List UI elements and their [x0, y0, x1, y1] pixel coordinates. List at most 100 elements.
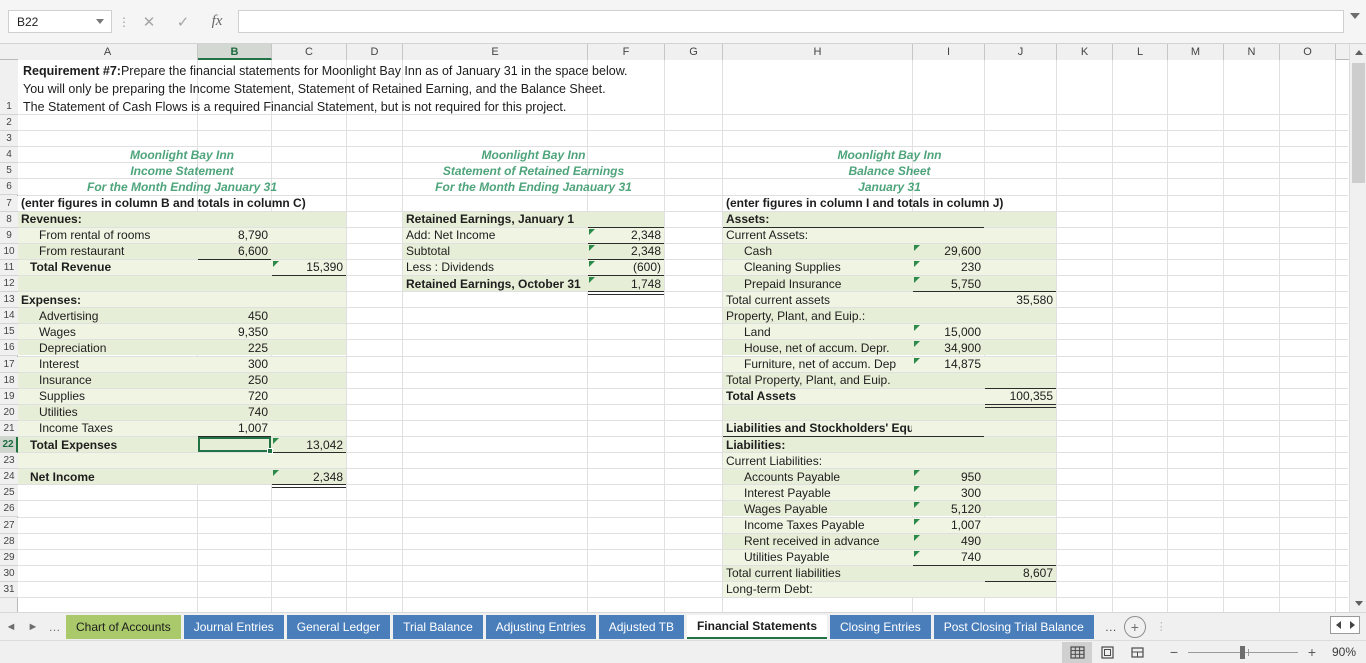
row-header-14[interactable]: 14 — [0, 308, 18, 325]
row-header-28[interactable]: 28 — [0, 533, 18, 550]
row-header-4[interactable]: 4 — [0, 147, 18, 164]
tab-overflow-right[interactable]: … — [1105, 620, 1118, 634]
re-row-value[interactable]: 2,348 — [588, 244, 664, 259]
bs-ppe-value[interactable]: 15,000 — [913, 324, 984, 339]
tab-split-grip[interactable]: ⋮ — [1156, 621, 1167, 632]
column-header-E[interactable]: E — [403, 44, 588, 60]
row-header-27[interactable]: 27 — [0, 517, 18, 534]
arrow-left-icon[interactable] — [1335, 621, 1341, 629]
zoom-slider[interactable] — [1188, 645, 1298, 659]
fx-icon[interactable]: fx — [200, 10, 234, 34]
row-header-29[interactable]: 29 — [0, 549, 18, 566]
bs-total-current-liabilities-value[interactable]: 8,607 — [985, 566, 1056, 581]
bs-current-liability-value[interactable]: 950 — [913, 469, 984, 484]
is-expense-value[interactable]: 250 — [198, 373, 271, 388]
grid-view-icon[interactable] — [1062, 641, 1092, 663]
bs-total-current-assets-value[interactable]: 35,580 — [985, 292, 1056, 307]
row-header-26[interactable]: 26 — [0, 501, 18, 518]
column-header-D[interactable]: D — [347, 44, 403, 60]
arrow-right-icon[interactable] — [1349, 621, 1355, 629]
row-header-2[interactable]: 2 — [0, 115, 18, 132]
is-total-revenue-value[interactable]: 15,390 — [272, 260, 346, 275]
bs-current-asset-value[interactable]: 5,750 — [913, 276, 984, 291]
row-header-16[interactable]: 16 — [0, 340, 18, 357]
bs-current-liability-value[interactable]: 5,120 — [913, 501, 984, 516]
row-header-9[interactable]: 9 — [0, 227, 18, 244]
row-header-19[interactable]: 19 — [0, 388, 18, 405]
row-header-30[interactable]: 30 — [0, 565, 18, 582]
column-header-N[interactable]: N — [1224, 44, 1280, 60]
is-revenue-restaurant-value[interactable]: 6,600 — [198, 244, 271, 259]
name-box[interactable]: B22 — [8, 10, 112, 33]
sheet-tab-financial-statements[interactable]: Financial Statements — [686, 614, 827, 639]
row-header-5[interactable]: 5 — [0, 163, 18, 180]
chevron-down-icon[interactable] — [1350, 13, 1360, 19]
page-break-icon[interactable] — [1122, 642, 1152, 663]
is-expense-value[interactable]: 1,007 — [198, 421, 271, 436]
zoom-in-button[interactable]: + — [1302, 644, 1322, 660]
row-header-20[interactable]: 20 — [0, 404, 18, 421]
bs-current-asset-value[interactable]: 230 — [913, 260, 984, 275]
row-header-6[interactable]: 6 — [0, 179, 18, 196]
bs-ppe-value[interactable]: 34,900 — [913, 340, 984, 355]
column-header-C[interactable]: C — [272, 44, 347, 60]
formula-bar-grip[interactable]: ⋮ — [116, 16, 132, 28]
zoom-control[interactable]: − + — [1164, 644, 1322, 660]
sheet-tab-closing-entries[interactable]: Closing Entries — [830, 614, 931, 639]
bs-total-assets-value[interactable]: 100,355 — [985, 389, 1056, 404]
row-header-18[interactable]: 18 — [0, 372, 18, 389]
row-header-11[interactable]: 11 — [0, 259, 18, 276]
bs-ppe-value[interactable]: 14,875 — [913, 357, 984, 372]
row-header-23[interactable]: 23 — [0, 453, 18, 470]
row-header-15[interactable]: 15 — [0, 324, 18, 341]
row-header-12[interactable]: 12 — [0, 276, 18, 293]
tab-nav-next[interactable]: ► — [22, 615, 44, 639]
sheet-tab-trial-balance[interactable]: Trial Balance — [393, 614, 483, 639]
column-header-B[interactable]: B — [198, 44, 272, 60]
is-expense-value[interactable]: 720 — [198, 389, 271, 404]
formula-input[interactable] — [238, 10, 1344, 33]
is-total-expenses-value[interactable]: 13,042 — [272, 437, 346, 452]
bs-current-liability-value[interactable]: 490 — [913, 534, 984, 549]
bs-current-asset-value[interactable]: 29,600 — [913, 244, 984, 259]
is-expense-value[interactable]: 225 — [198, 340, 271, 355]
re-row-value[interactable]: 1,748 — [588, 276, 664, 291]
sheet-tab-post-closing-trial-balance[interactable]: Post Closing Trial Balance — [933, 614, 1094, 639]
zoom-slider-thumb[interactable] — [1240, 645, 1245, 659]
column-header-H[interactable]: H — [723, 44, 913, 60]
row-header-8[interactable]: 8 — [0, 211, 18, 228]
row-header-10[interactable]: 10 — [0, 243, 18, 260]
re-row-value[interactable]: 2,348 — [588, 228, 664, 243]
row-header-22[interactable]: 22 — [0, 437, 18, 454]
vertical-scrollbar[interactable] — [1349, 44, 1366, 612]
column-header-O[interactable]: O — [1280, 44, 1336, 60]
sheet-tab-chart-of-accounts[interactable]: Chart of Accounts — [66, 614, 181, 639]
sheet-tab-journal-entries[interactable]: Journal Entries — [183, 614, 284, 639]
close-icon[interactable]: ✕ — [132, 10, 166, 34]
is-revenue-rooms-value[interactable]: 8,790 — [198, 228, 271, 243]
column-header-J[interactable]: J — [985, 44, 1057, 60]
row-header-13[interactable]: 13 — [0, 292, 18, 309]
sheet-tab-adjusted-tb[interactable]: Adjusted TB — [598, 614, 684, 639]
row-header-17[interactable]: 17 — [0, 356, 18, 373]
zoom-out-button[interactable]: − — [1164, 644, 1184, 660]
tab-nav-prev[interactable]: ◄ — [0, 615, 22, 639]
is-expense-value[interactable]: 300 — [198, 357, 271, 372]
column-header-A[interactable]: A — [18, 44, 198, 60]
column-header-K[interactable]: K — [1057, 44, 1113, 60]
sheet-tab-adjusting-entries[interactable]: Adjusting Entries — [485, 614, 596, 639]
scroll-up-button[interactable] — [1350, 44, 1366, 61]
bs-current-liability-value[interactable]: 740 — [913, 550, 984, 565]
row-header-7[interactable]: 7 — [0, 195, 18, 212]
column-header-L[interactable]: L — [1113, 44, 1168, 60]
row-header-31[interactable]: 31 — [0, 581, 18, 598]
zoom-level-label[interactable]: 90% — [1322, 645, 1366, 659]
re-row-value[interactable]: (600) — [588, 260, 664, 275]
sheet-tab-general-ledger[interactable]: General Ledger — [286, 614, 391, 639]
bs-current-liability-value[interactable]: 1,007 — [913, 518, 984, 533]
row-header-3[interactable]: 3 — [0, 131, 18, 148]
is-expense-value[interactable]: 740 — [198, 405, 271, 420]
column-header-G[interactable]: G — [665, 44, 723, 60]
column-header-F[interactable]: F — [588, 44, 665, 60]
column-header-M[interactable]: M — [1168, 44, 1224, 60]
